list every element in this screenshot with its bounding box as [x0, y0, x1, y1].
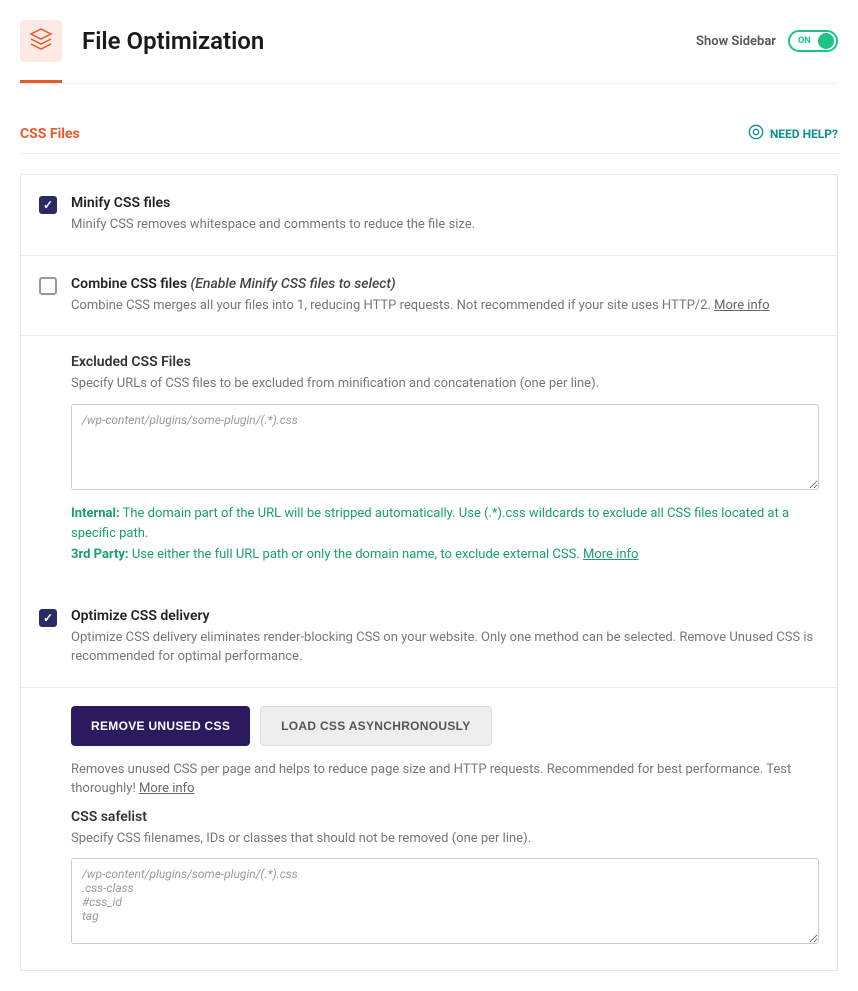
remove-unused-css-button[interactable]: REMOVE UNUSED CSS — [71, 706, 250, 746]
excluded-css-textarea[interactable] — [71, 404, 819, 490]
combine-css-body: Combine CSS files (Enable Minify CSS fil… — [71, 276, 819, 316]
excluded-css-note: Internal: The domain part of the URL wil… — [71, 504, 819, 566]
settings-panel: Minify CSS files Minify CSS removes whit… — [20, 174, 838, 971]
section-title: CSS Files — [20, 126, 80, 142]
excluded-css-desc: Specify URLs of CSS files to be excluded… — [71, 374, 819, 394]
minify-css-desc: Minify CSS removes whitespace and commen… — [71, 215, 819, 235]
optimize-css-setting: Optimize CSS delivery Optimize CSS deliv… — [21, 588, 837, 687]
note-3rd-label: 3rd Party: — [71, 547, 129, 562]
safelist-textarea[interactable] — [71, 858, 819, 944]
help-label: NEED HELP? — [770, 127, 838, 141]
combine-css-checkbox[interactable] — [39, 277, 57, 295]
help-icon — [748, 124, 764, 143]
css-delivery-subsection: REMOVE UNUSED CSS LOAD CSS ASYNCHRONOUSL… — [21, 687, 837, 971]
delivery-button-row: REMOVE UNUSED CSS LOAD CSS ASYNCHRONOUSL… — [71, 706, 819, 746]
combine-css-hint: (Enable Minify CSS files to select) — [191, 276, 396, 292]
header-right: Show Sidebar ON — [696, 30, 838, 52]
minify-css-label: Minify CSS files — [71, 195, 819, 211]
layers-icon — [29, 27, 53, 55]
minify-css-setting: Minify CSS files Minify CSS removes whit… — [21, 175, 837, 255]
combine-css-desc-text: Combine CSS merges all your files into 1… — [71, 298, 711, 313]
note-internal-text: The domain part of the URL will be strip… — [71, 506, 789, 542]
safelist-desc: Specify CSS filenames, IDs or classes th… — [71, 829, 819, 849]
minify-css-checkbox[interactable] — [39, 196, 57, 214]
excluded-more-info-link[interactable]: More info — [583, 547, 638, 562]
combine-css-setting: Combine CSS files (Enable Minify CSS fil… — [21, 255, 837, 336]
optimize-css-checkbox[interactable] — [39, 609, 57, 627]
sidebar-toggle[interactable]: ON — [788, 30, 838, 52]
page-title: File Optimization — [82, 27, 264, 55]
section-header: CSS Files NEED HELP? — [20, 124, 838, 154]
delivery-desc: Removes unused CSS per page and helps to… — [71, 760, 819, 799]
combine-css-label: Combine CSS files — [71, 276, 187, 292]
load-css-async-button[interactable]: LOAD CSS ASYNCHRONOUSLY — [260, 706, 491, 746]
sidebar-toggle-label: Show Sidebar — [696, 34, 776, 49]
optimize-css-body: Optimize CSS delivery Optimize CSS deliv… — [71, 608, 819, 667]
excluded-css-subsection: Excluded CSS Files Specify URLs of CSS f… — [21, 335, 837, 588]
optimize-css-desc: Optimize CSS delivery eliminates render-… — [71, 628, 819, 667]
combine-css-desc: Combine CSS merges all your files into 1… — [71, 296, 819, 316]
page-icon-box — [20, 20, 62, 62]
combine-more-info-link[interactable]: More info — [714, 298, 769, 313]
page-header: File Optimization Show Sidebar ON — [20, 20, 838, 82]
minify-css-body: Minify CSS files Minify CSS removes whit… — [71, 195, 819, 235]
toggle-knob — [818, 33, 834, 49]
header-divider — [20, 83, 838, 84]
optimize-css-label: Optimize CSS delivery — [71, 608, 819, 624]
safelist-label: CSS safelist — [71, 809, 819, 825]
delivery-more-info-link[interactable]: More info — [139, 781, 194, 796]
need-help-link[interactable]: NEED HELP? — [748, 124, 838, 143]
note-3rd-text: Use either the full URL path or only the… — [129, 547, 580, 562]
note-internal-label: Internal: — [71, 506, 120, 521]
toggle-on-label: ON — [798, 36, 811, 46]
header-left: File Optimization — [20, 20, 264, 62]
excluded-css-label: Excluded CSS Files — [71, 354, 819, 370]
